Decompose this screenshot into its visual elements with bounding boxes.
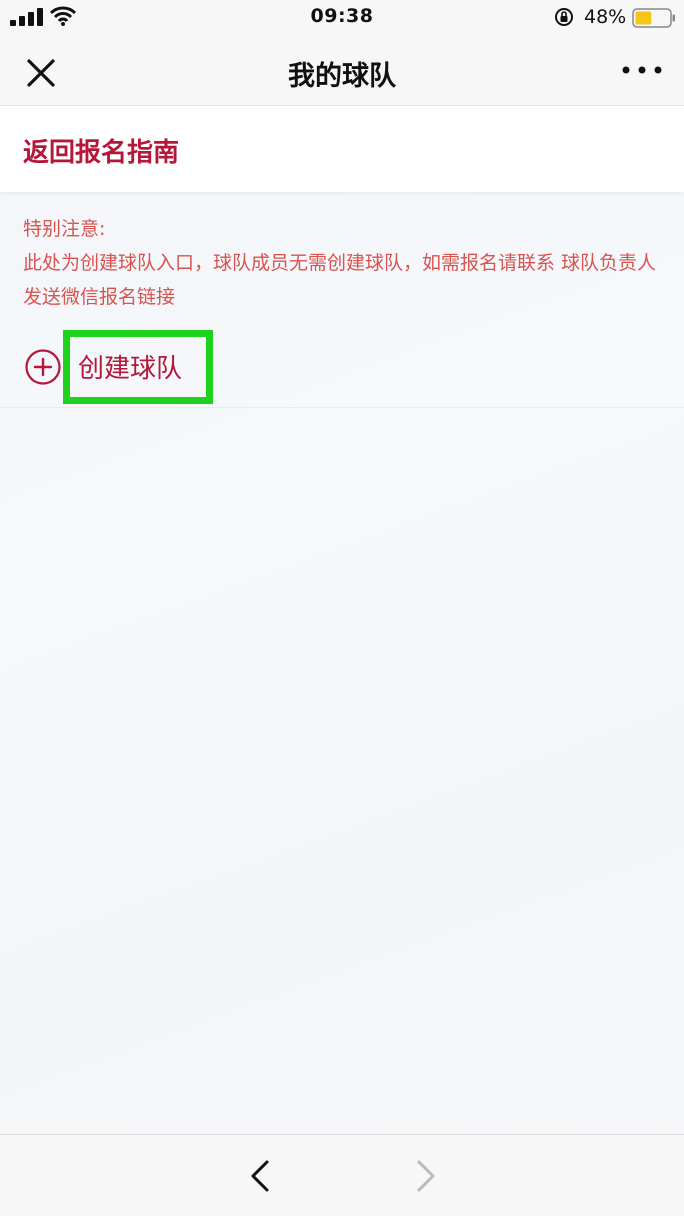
status-time: 09:38 — [310, 5, 374, 27]
plus-circle-icon[interactable] — [24, 348, 62, 386]
notice-body: 此处为创建球队入口，球队成员无需创建球队，如需报名请联系 球队负责人发送微信报名… — [23, 252, 657, 308]
screen: 09:38 48% 我的球队 返回报名指南 特别注意: 此处为创建球队入口，球队… — [0, 0, 684, 1216]
create-team-row[interactable]: 创建球队 — [0, 330, 684, 408]
back-arrow-icon[interactable] — [246, 1159, 276, 1193]
nav-bar: 我的球队 — [0, 36, 684, 106]
back-to-guide-link[interactable]: 返回报名指南 — [23, 132, 179, 169]
bottom-toolbar — [0, 1134, 684, 1216]
create-team-button[interactable]: 创建球队 — [78, 348, 182, 385]
rotation-lock-icon — [555, 8, 573, 26]
notice-title: 特别注意: — [23, 218, 106, 240]
more-options-icon[interactable] — [620, 62, 664, 78]
notice: 特别注意: 此处为创建球队入口，球队成员无需创建球队，如需报名请联系 球队负责人… — [23, 212, 663, 314]
battery-icon — [632, 8, 675, 28]
battery-percent: 48% — [584, 6, 627, 28]
page-title: 我的球队 — [288, 61, 396, 92]
status-bar: 09:38 48% — [0, 0, 684, 36]
forward-arrow-icon — [417, 1160, 435, 1192]
back-to-guide-bar: 返回报名指南 — [0, 106, 684, 192]
